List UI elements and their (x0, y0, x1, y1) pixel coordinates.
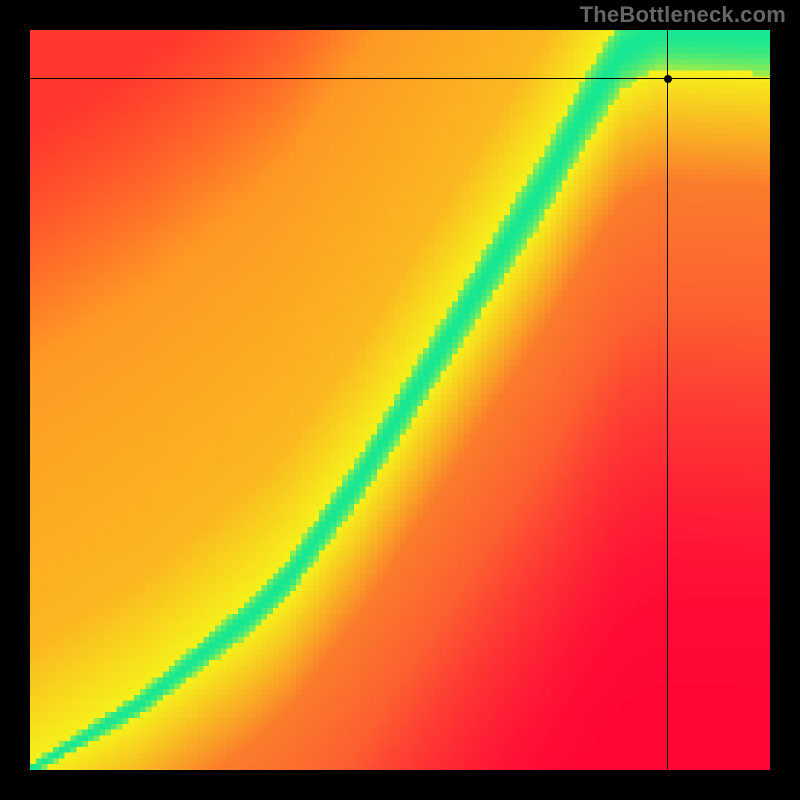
attribution-label: TheBottleneck.com (580, 2, 786, 28)
chart-container: TheBottleneck.com (0, 0, 800, 800)
heatmap-canvas (30, 30, 770, 770)
heatmap-plot (30, 30, 770, 770)
